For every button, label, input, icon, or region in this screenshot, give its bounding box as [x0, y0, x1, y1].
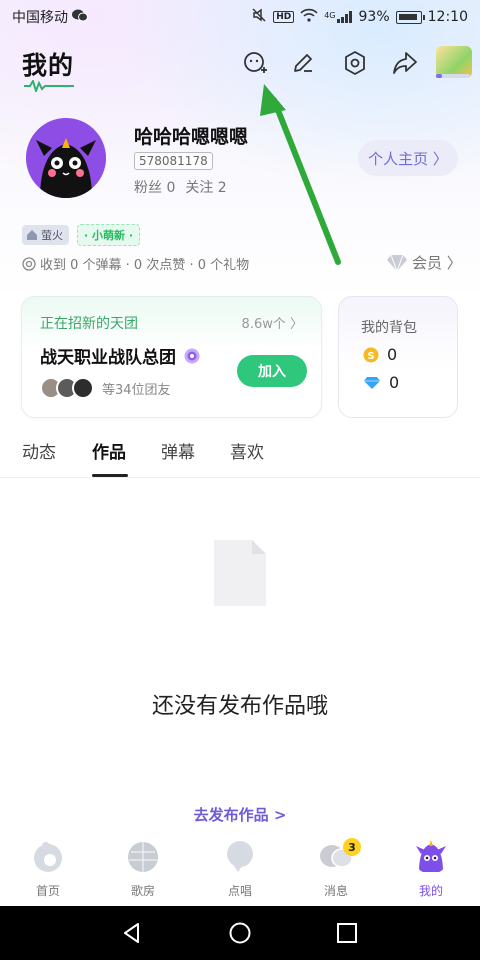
diamond-icon [387, 254, 407, 272]
battery-percent: 93% [358, 9, 390, 25]
house-icon [27, 230, 37, 240]
status-bar: 中国移动 HD 4G 93% 12:10 [0, 0, 480, 34]
home-button-icon[interactable] [228, 921, 252, 945]
tab-works[interactable]: 作品 [92, 438, 126, 463]
team-badge-icon [184, 348, 200, 363]
empty-state-text: 还没有发布作品哦 [151, 694, 328, 719]
system-navigation-bar [0, 906, 480, 960]
edit-icon[interactable] [288, 48, 318, 78]
mine-character-icon [416, 840, 446, 872]
fans-count[interactable]: 粉丝 0 [134, 177, 175, 197]
wechat-icon [72, 9, 88, 26]
follow-stats: 粉丝 0 关注 2 [134, 177, 227, 197]
disco-ball-icon [128, 842, 158, 872]
team-name-text: 战天职业战队总团 [40, 348, 176, 368]
newbie-tag[interactable]: · 小萌新 · [77, 224, 141, 246]
diamond-row: 0 [363, 373, 399, 392]
settings-icon[interactable] [340, 48, 370, 78]
content-tabs: 动态 作品 弹幕 喜欢 [0, 430, 480, 478]
page-title: 我的 [22, 51, 75, 80]
level-tag[interactable]: 萤火 [22, 225, 69, 245]
share-icon[interactable] [390, 48, 420, 78]
nav-mine[interactable]: 我的 [396, 838, 466, 899]
recent-apps-icon[interactable] [335, 921, 359, 945]
active-tab-indicator [92, 474, 128, 477]
team-recruit-card[interactable]: 正在招新的天团 8.6w个 〉 战天职业战队总团 等34位团友 加入 [21, 296, 322, 418]
mute-icon [251, 7, 267, 27]
nav-messages[interactable]: 3 消息 [301, 838, 371, 899]
nav-home[interactable]: 首页 [13, 838, 83, 899]
coin-count: 0 [387, 345, 398, 364]
blue-diamond-icon [364, 376, 380, 389]
hd-badge: HD [273, 11, 295, 23]
nav-song-room-label: 歌房 [130, 884, 155, 898]
coin-row: S 0 [363, 345, 397, 364]
tab-likes[interactable]: 喜欢 [230, 438, 264, 463]
message-badge: 3 [343, 838, 361, 856]
join-team-button[interactable]: 加入 [237, 355, 307, 387]
nickname: 哈哈哈嗯嗯嗯 [134, 126, 249, 148]
vip-link[interactable]: 会员 〉 [386, 252, 462, 273]
user-id-badge[interactable]: 578081178 [134, 152, 213, 170]
signal-icon: 4G [324, 11, 352, 23]
target-icon [22, 256, 36, 271]
microphone-icon [227, 841, 253, 872]
add-friend-icon[interactable] [240, 48, 270, 78]
publish-works-link[interactable]: 去发布作品 > [0, 804, 480, 825]
team-members-text: 等34位团友 [102, 382, 171, 398]
page-header: 我的 [0, 36, 480, 96]
avatar[interactable] [26, 118, 106, 198]
follow-count[interactable]: 关注 2 [185, 177, 226, 197]
diamond-count: 0 [389, 373, 400, 392]
title-wave-decoration [24, 80, 74, 92]
my-bag-card[interactable]: 我的背包 S 0 0 [338, 296, 458, 418]
tab-dynamics[interactable]: 动态 [22, 438, 56, 463]
nav-song-room[interactable]: 歌房 [108, 838, 178, 899]
nav-request-song[interactable]: 点唱 [205, 838, 275, 899]
bottom-navigation: 首页 歌房 点唱 3 消息 我的 [0, 834, 480, 906]
coin-icon: S [363, 347, 379, 362]
carrier-label: 中国移动 [12, 10, 68, 26]
nav-home-label: 首页 [35, 884, 60, 898]
profile-homepage-button[interactable]: 个人主页 〉 [358, 140, 458, 176]
team-count[interactable]: 8.6w个 〉 [242, 313, 303, 332]
team-recruit-label: 正在招新的天团 [40, 316, 138, 332]
user-tags: 萤火 · 小萌新 · [22, 224, 141, 246]
tab-danmaku[interactable]: 弹幕 [161, 438, 195, 463]
nav-mine-label: 我的 [418, 884, 443, 898]
battery-icon [395, 10, 425, 24]
received-stats: 收到 0 个弹幕 · 0 次点赞 · 0 个礼物 [22, 254, 249, 273]
clock: 12:10 [427, 9, 468, 25]
team-name: 战天职业战队总团 [40, 343, 200, 368]
team-members: 等34位团友 [40, 377, 171, 399]
vip-label: 会员 〉 [412, 254, 462, 272]
bag-title: 我的背包 [361, 320, 417, 336]
nav-messages-label: 消息 [323, 884, 348, 898]
avatar-character-icon [26, 118, 106, 198]
svg-text:S: S [367, 351, 374, 362]
back-icon[interactable] [120, 921, 144, 945]
treasure-progress-bar [436, 74, 470, 78]
network-type: 4G [324, 11, 336, 20]
wifi-icon [300, 8, 318, 26]
empty-document-icon [214, 540, 266, 606]
member-avatar [72, 377, 94, 399]
home-icon [34, 842, 62, 872]
level-tag-label: 萤火 [41, 229, 63, 242]
received-stats-text: 收到 0 个弹幕 · 0 次点赞 · 0 个礼物 [40, 258, 250, 273]
nav-request-song-label: 点唱 [227, 884, 252, 898]
